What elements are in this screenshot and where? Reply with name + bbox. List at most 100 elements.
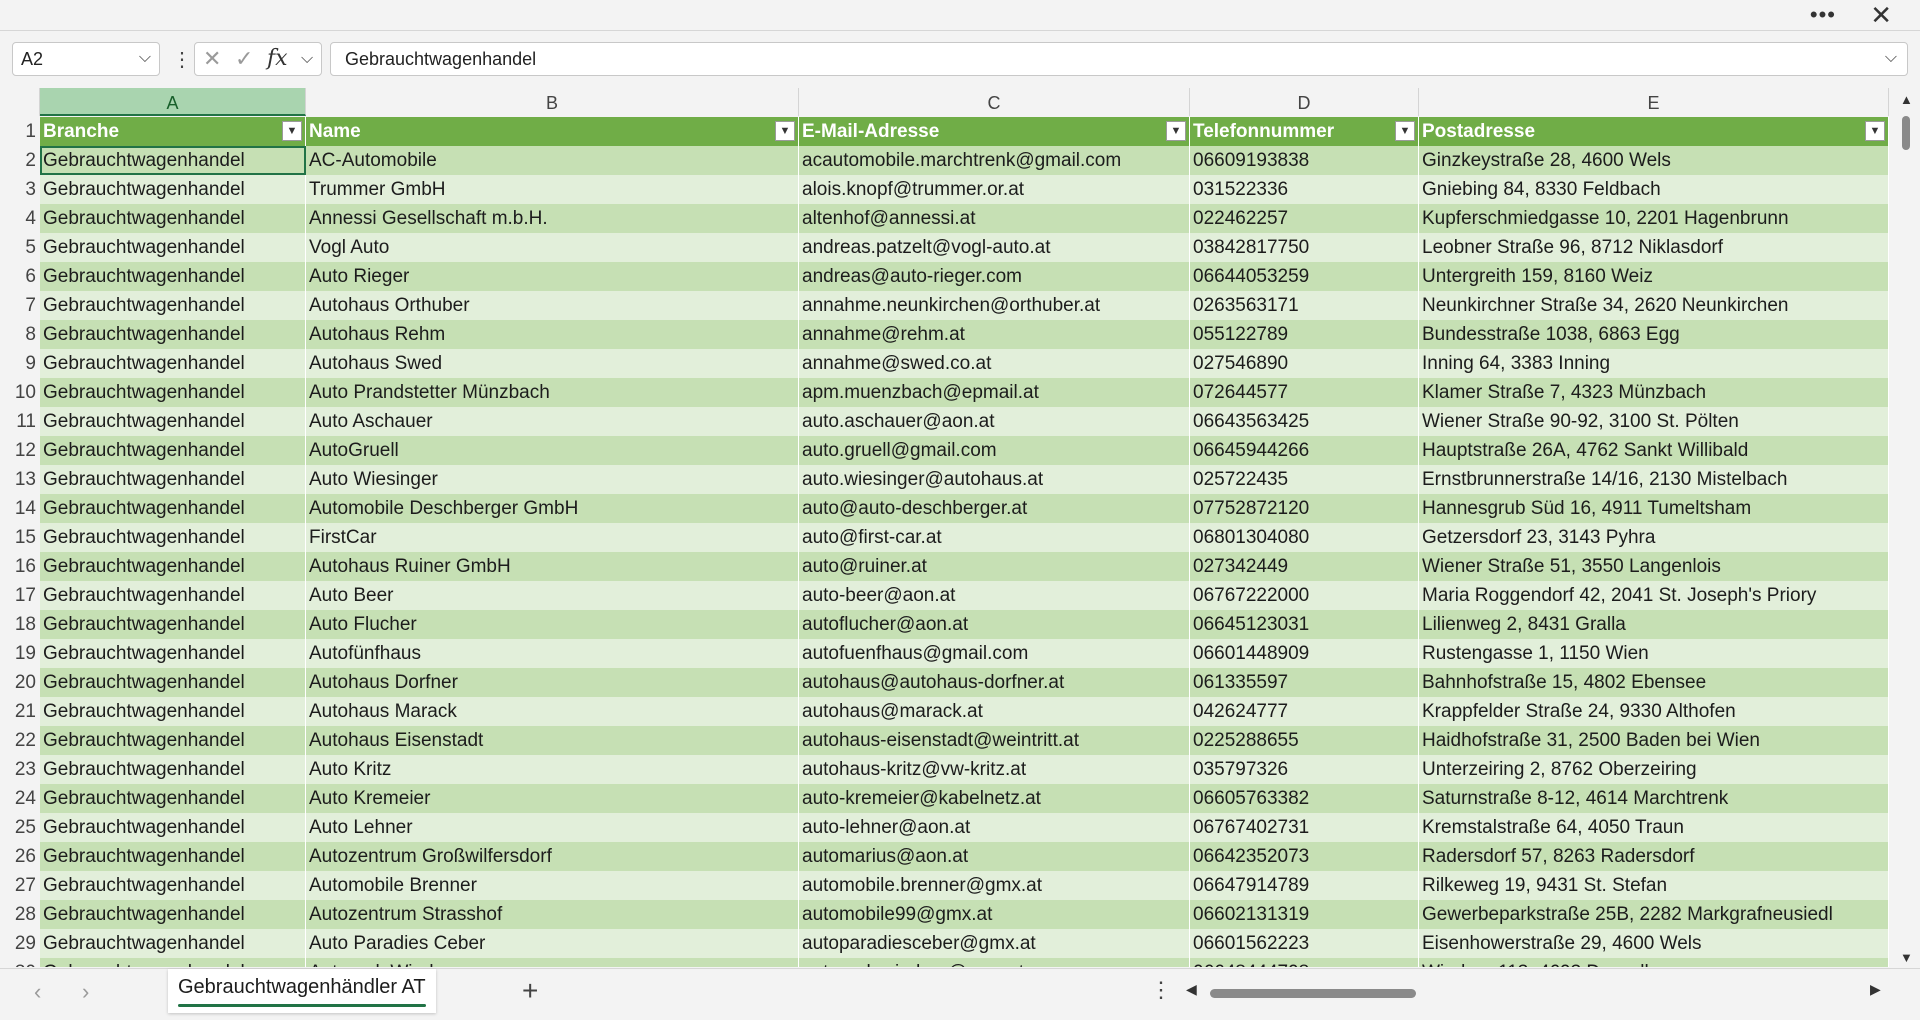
- column-header-b[interactable]: B: [306, 88, 799, 116]
- cell-name[interactable]: Auto Prandstetter Münzbach: [306, 378, 799, 407]
- cell-email[interactable]: auto@ruiner.at: [799, 552, 1190, 581]
- cell-telefon[interactable]: 06645123031: [1190, 610, 1419, 639]
- cell-branche[interactable]: Gebrauchtwagenhandel: [40, 436, 306, 465]
- cell-email[interactable]: autofuenfhaus@gmail.com: [799, 639, 1190, 668]
- cell-postadresse[interactable]: Eisenhowerstraße 29, 4600 Wels: [1419, 929, 1889, 958]
- cell-postadresse[interactable]: Windern 113, 4693 Desselbrunn: [1419, 958, 1889, 967]
- cell-email[interactable]: auto-lehner@aon.at: [799, 813, 1190, 842]
- cell-branche[interactable]: Gebrauchtwagenhandel: [40, 668, 306, 697]
- row-header[interactable]: 17: [0, 581, 40, 610]
- cell-branche[interactable]: Gebrauchtwagenhandel: [40, 784, 306, 813]
- scroll-left-icon[interactable]: ◀: [1186, 981, 1197, 998]
- cell-email[interactable]: automobile99@gmx.at: [799, 900, 1190, 929]
- row-header[interactable]: 21: [0, 697, 40, 726]
- cell-telefon[interactable]: 06605763382: [1190, 784, 1419, 813]
- cell-postadresse[interactable]: Leobner Straße 96, 8712 Niklasdorf: [1419, 233, 1889, 262]
- cell-postadresse[interactable]: Gewerbeparkstraße 25B, 2282 Markgrafneus…: [1419, 900, 1889, 929]
- row-header[interactable]: 20: [0, 668, 40, 697]
- close-icon[interactable]: ✕: [1870, 0, 1892, 31]
- cell-telefon[interactable]: 072644577: [1190, 378, 1419, 407]
- cell-email[interactable]: autohaus-kritz@vw-kritz.at: [799, 755, 1190, 784]
- cell-email[interactable]: autopark.windern@gmx.at: [799, 958, 1190, 967]
- vertical-dots-icon[interactable]: ⋮: [172, 47, 192, 72]
- cell-name[interactable]: AutoGruell: [306, 436, 799, 465]
- sheet-tab[interactable]: Gebrauchtwagenhändler AT: [168, 969, 436, 1013]
- cell-telefon[interactable]: 022462257: [1190, 204, 1419, 233]
- cell-name[interactable]: Autohaus Dorfner: [306, 668, 799, 697]
- cell-branche[interactable]: Gebrauchtwagenhandel: [40, 320, 306, 349]
- cell-name[interactable]: Vogl Auto: [306, 233, 799, 262]
- column-header-d[interactable]: D: [1190, 88, 1419, 116]
- cell-postadresse[interactable]: Inning 64, 3383 Inning: [1419, 349, 1889, 378]
- vertical-scrollbar[interactable]: ▲ ▼: [1892, 88, 1920, 968]
- chevron-down-icon[interactable]: ⌵: [139, 49, 151, 67]
- cell-postadresse[interactable]: Maria Roggendorf 42, 2041 St. Joseph's P…: [1419, 581, 1889, 610]
- cell-postadresse[interactable]: Gniebing 84, 8330 Feldbach: [1419, 175, 1889, 204]
- cell-telefon[interactable]: 06801304080: [1190, 523, 1419, 552]
- cell-branche[interactable]: Gebrauchtwagenhandel: [40, 697, 306, 726]
- cell-postadresse[interactable]: Klamer Straße 7, 4323 Münzbach: [1419, 378, 1889, 407]
- cell-telefon[interactable]: 06642352073: [1190, 842, 1419, 871]
- cell-telefon[interactable]: 06643563425: [1190, 407, 1419, 436]
- chevron-down-icon[interactable]: ⌵: [301, 50, 313, 68]
- row-header[interactable]: 23: [0, 755, 40, 784]
- cell-branche[interactable]: Gebrauchtwagenhandel: [40, 639, 306, 668]
- cell-name[interactable]: Autofünfhaus: [306, 639, 799, 668]
- cell-postadresse[interactable]: Ernstbrunnerstraße 14/16, 2130 Mistelbac…: [1419, 465, 1889, 494]
- cell-name[interactable]: Auto Wiesinger: [306, 465, 799, 494]
- row-header[interactable]: 13: [0, 465, 40, 494]
- cell-email[interactable]: autohaus@marack.at: [799, 697, 1190, 726]
- cell-telefon[interactable]: 042624777: [1190, 697, 1419, 726]
- row-header[interactable]: 4: [0, 204, 40, 233]
- cell-branche[interactable]: Gebrauchtwagenhandel: [40, 349, 306, 378]
- row-header[interactable]: 27: [0, 871, 40, 900]
- row-header[interactable]: 1: [0, 117, 40, 146]
- cell-telefon[interactable]: 055122789: [1190, 320, 1419, 349]
- row-header[interactable]: 15: [0, 523, 40, 552]
- scroll-right-icon[interactable]: ▶: [1870, 981, 1881, 998]
- cell-name[interactable]: Automobile Brenner: [306, 871, 799, 900]
- cell-branche[interactable]: Gebrauchtwagenhandel: [40, 958, 306, 967]
- cell-email[interactable]: altenhof@annessi.at: [799, 204, 1190, 233]
- cell-name[interactable]: Autohaus Orthuber: [306, 291, 799, 320]
- cell-email[interactable]: autoparadiesceber@gmx.at: [799, 929, 1190, 958]
- cell-email[interactable]: auto@first-car.at: [799, 523, 1190, 552]
- cell-name[interactable]: Automobile Deschberger GmbH: [306, 494, 799, 523]
- row-header[interactable]: 5: [0, 233, 40, 262]
- cell-telefon[interactable]: 06602131319: [1190, 900, 1419, 929]
- cell-branche[interactable]: Gebrauchtwagenhandel: [40, 407, 306, 436]
- next-sheet-icon[interactable]: ›: [82, 979, 89, 1005]
- row-header[interactable]: 12: [0, 436, 40, 465]
- cell-branche[interactable]: Gebrauchtwagenhandel: [40, 233, 306, 262]
- cell-telefon[interactable]: 035797326: [1190, 755, 1419, 784]
- cell-postadresse[interactable]: Unterzeiring 2, 8762 Oberzeiring: [1419, 755, 1889, 784]
- table-header-cell[interactable]: E-Mail-Adresse ▼: [799, 117, 1190, 146]
- cell-branche[interactable]: Gebrauchtwagenhandel: [40, 610, 306, 639]
- add-sheet-icon[interactable]: +: [522, 975, 538, 1007]
- row-header[interactable]: 7: [0, 291, 40, 320]
- cell-branche[interactable]: Gebrauchtwagenhandel: [40, 900, 306, 929]
- row-header[interactable]: 28: [0, 900, 40, 929]
- cell-postadresse[interactable]: Hannesgrub Süd 16, 4911 Tumeltsham: [1419, 494, 1889, 523]
- cell-telefon[interactable]: 0263563171: [1190, 291, 1419, 320]
- more-options-icon[interactable]: •••: [1810, 2, 1836, 28]
- cell-postadresse[interactable]: Haidhofstraße 31, 2500 Baden bei Wien: [1419, 726, 1889, 755]
- cell-name[interactable]: Auto Flucher: [306, 610, 799, 639]
- filter-dropdown-icon[interactable]: ▼: [1166, 121, 1186, 141]
- cell-telefon[interactable]: 03842817750: [1190, 233, 1419, 262]
- cell-postadresse[interactable]: Krappfelder Straße 24, 9330 Althofen: [1419, 697, 1889, 726]
- row-header[interactable]: 22: [0, 726, 40, 755]
- row-header[interactable]: 16: [0, 552, 40, 581]
- formula-input[interactable]: Gebrauchtwagenhandel ⌵: [330, 42, 1908, 76]
- cell-telefon[interactable]: 06644053259: [1190, 262, 1419, 291]
- cell-name[interactable]: Autozentrum Strasshof: [306, 900, 799, 929]
- row-header[interactable]: 24: [0, 784, 40, 813]
- cell-name[interactable]: Trummer GmbH: [306, 175, 799, 204]
- cell-name[interactable]: Annessi Gesellschaft m.b.H.: [306, 204, 799, 233]
- cell-email[interactable]: annahme@rehm.at: [799, 320, 1190, 349]
- cell-name[interactable]: Autozentrum Großwilfersdorf: [306, 842, 799, 871]
- scroll-down-icon[interactable]: ▼: [1900, 950, 1913, 965]
- cell-telefon[interactable]: 06601562223: [1190, 929, 1419, 958]
- cell-email[interactable]: auto-kremeier@kabelnetz.at: [799, 784, 1190, 813]
- cell-email[interactable]: auto.gruell@gmail.com: [799, 436, 1190, 465]
